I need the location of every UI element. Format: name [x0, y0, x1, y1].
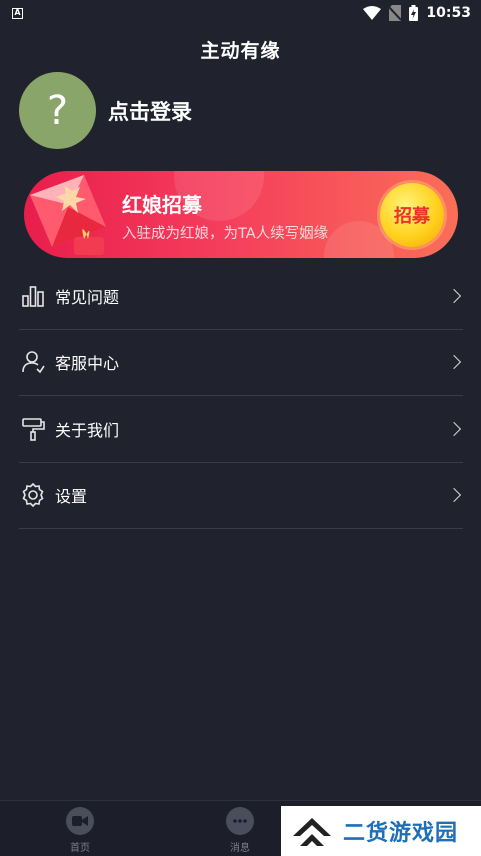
chevron-right-icon — [446, 355, 462, 370]
menu-item-label: 常见问题 — [55, 287, 120, 307]
watermark-logo: 二货游戏园 — [281, 806, 481, 856]
no-sim-icon — [389, 5, 402, 21]
battery-charging-icon — [409, 5, 419, 21]
matchmaker-recruit-banner[interactable]: 红娘招募 入驻成为红娘，为TA人续写姻缘 招募 — [24, 171, 458, 258]
banner-title: 红娘招募 — [122, 193, 202, 217]
status-bar: A 10:53 — [0, 0, 481, 26]
gift-envelope-icon — [30, 175, 106, 255]
gear-icon — [22, 483, 44, 508]
menu-item-label: 关于我们 — [55, 420, 120, 440]
menu-item-faq[interactable]: 常见问题 — [19, 263, 463, 330]
avatar[interactable]: ? — [19, 72, 96, 149]
menu-item-label: 设置 — [55, 487, 88, 507]
recruit-button[interactable]: 招募 — [380, 183, 444, 247]
menu-item-customer-service[interactable]: 客服中心 — [19, 330, 463, 396]
watermark-text: 二货游戏园 — [343, 821, 459, 846]
tab-home[interactable]: 首页 — [50, 807, 110, 854]
user-service-icon — [22, 351, 45, 374]
login-profile[interactable]: ? 点击登录 — [19, 72, 192, 149]
banner-subtitle: 入驻成为红娘，为TA人续写姻缘 — [122, 226, 329, 242]
chevron-right-icon — [446, 288, 462, 303]
wifi-icon — [363, 6, 382, 20]
chevron-right-icon — [446, 488, 462, 503]
tab-label: 首页 — [70, 843, 90, 854]
page-title: 主动有缘 — [200, 40, 281, 62]
status-time: 10:53 — [426, 5, 471, 21]
chevron-up-logo-icon — [293, 818, 331, 846]
video-icon — [66, 807, 94, 835]
menu-item-about[interactable]: 关于我们 — [19, 396, 463, 463]
menu-item-label: 客服中心 — [55, 354, 120, 374]
tab-label: 消息 — [230, 843, 250, 854]
login-label[interactable]: 点击登录 — [108, 96, 192, 126]
status-indicators: 10:53 — [363, 5, 471, 21]
chevron-right-icon — [446, 421, 462, 436]
settings-menu: 常见问题 客服中心 关于我们 设置 — [19, 263, 463, 529]
avatar-placeholder-icon: ? — [46, 87, 69, 134]
tab-messages[interactable]: 消息 — [210, 807, 270, 854]
chart-icon — [22, 285, 44, 307]
notification-icon: A — [12, 7, 23, 19]
menu-item-settings[interactable]: 设置 — [19, 463, 463, 529]
chat-icon — [226, 807, 254, 835]
paint-roller-icon — [22, 417, 45, 441]
